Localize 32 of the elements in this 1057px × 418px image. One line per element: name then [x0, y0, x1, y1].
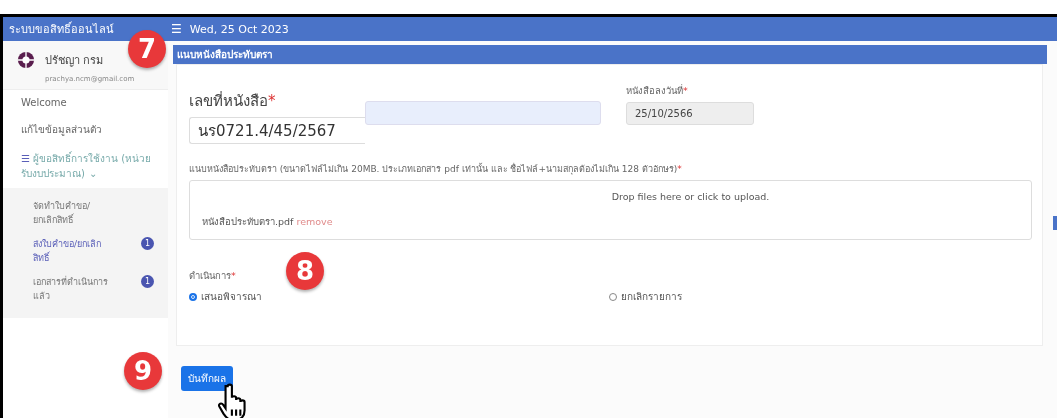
count-badge: 1 — [141, 237, 154, 250]
sidebar-item-label: ส่งใบคำขอ/ยกเลิกสิทธิ์ — [33, 238, 103, 265]
field-label: ดำเนินการ* — [189, 269, 236, 283]
field-label: เลขที่หนังสือ* — [189, 90, 277, 112]
app-title: ระบบขอสิทธิ์ออนไลน์ — [8, 20, 115, 38]
input-field[interactable]: นร0721.4/45/2567 — [189, 117, 365, 144]
sidebar-item[interactable]: จัดทำใบคำขอ/ยกเลิกสิทธิ์ — [3, 194, 168, 232]
sidebar-item[interactable]: Welcome — [3, 90, 168, 115]
sidebar-item[interactable]: แก้ไขข้อมูลส่วนตัว — [3, 115, 168, 144]
file-name: หนังสือประทับตรา.pdf — [202, 216, 294, 227]
sidebar-item-label: จัดทำใบคำขอ/ยกเลิกสิทธิ์ — [33, 200, 92, 227]
dropzone-prompt: Drop files here or click to upload. — [611, 191, 770, 202]
user-name: ปรัชญา กรม — [45, 53, 105, 69]
radio-icon[interactable] — [189, 292, 197, 301]
step-number-marker: 9 — [124, 352, 162, 390]
sidebar-item[interactable]: ส่งใบคำขอ/ยกเลิกสิทธิ์ 1 — [3, 232, 168, 270]
file-dropzone[interactable]: Drop files here or click to upload. หนังสือประทับตรา.pdf remove — [189, 180, 1032, 240]
avatar-icon — [17, 51, 35, 69]
sidebar-item-label: เอกสารที่ดำเนินการแล้ว — [33, 275, 109, 303]
menu-icon[interactable]: ☰ — [171, 22, 182, 36]
count-badge: 1 — [141, 275, 154, 288]
sidebar-item[interactable]: เอกสารที่ดำเนินการแล้ว 1 — [3, 270, 168, 308]
section-title: แนบหนังสือประทับตรา — [173, 45, 1047, 64]
radio-option[interactable]: เสนอพิจารณา — [189, 289, 609, 304]
field-label: หนังสือลงวันที่* — [626, 83, 688, 98]
autofill-field[interactable] — [365, 101, 601, 125]
save-button[interactable]: บันทึกผล — [181, 366, 233, 391]
field-label: แนบหนังสือประทับตรา (ขนาดไฟล์ไม่เกิน 20MB. ประเภทเอกสาร pdf เท่านั้น และ ชื่อไฟล์+นามสกุลต้องไม่เกิน 128 ตัวอักษร)* — [189, 162, 682, 176]
radio-label: เสนอพิจารณา — [201, 290, 262, 304]
date-label: Wed, 25 Oct 2023 — [189, 22, 289, 36]
radio-option[interactable]: ยกเลิกรายการ — [609, 289, 1029, 304]
radio-label: ยกเลิกรายการ — [621, 290, 682, 304]
